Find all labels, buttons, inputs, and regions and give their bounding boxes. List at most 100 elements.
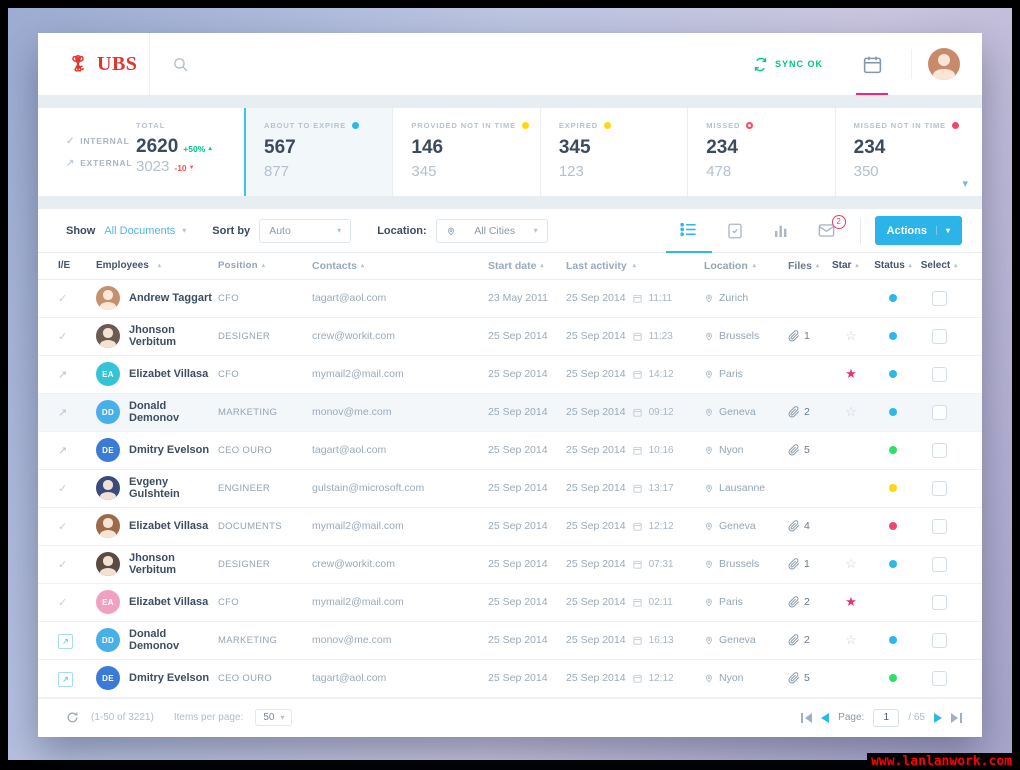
bar-chart-icon xyxy=(774,225,787,237)
row-checkbox[interactable] xyxy=(931,404,947,420)
table-row[interactable]: ↗ EA Elizabet Villasa CFO mymail2@mail.c… xyxy=(38,356,982,394)
column-header[interactable]: Employees ▴ xyxy=(96,260,218,271)
page-number-input[interactable]: 1 xyxy=(873,708,900,727)
activity-date: 25 Sep 2014 xyxy=(566,634,626,647)
star-icon[interactable]: ☆ xyxy=(845,632,857,647)
chevron-down-icon: ▾ xyxy=(280,713,285,723)
files-cell[interactable]: 1 xyxy=(788,330,832,342)
sort-select[interactable]: Auto ▾ xyxy=(259,218,352,243)
contact-email: monov@me.com xyxy=(312,634,392,647)
activity-time: 16:13 xyxy=(648,634,674,646)
files-cell[interactable]: 2 xyxy=(788,634,832,646)
internal-check-icon: ✓ xyxy=(66,135,76,147)
column-header[interactable]: Select ▴ xyxy=(916,260,962,271)
external-legend: ↗ EXTERNAL xyxy=(66,157,133,169)
stat-internal-value: 234 xyxy=(853,137,886,158)
star-icon[interactable]: ☆ xyxy=(845,556,857,571)
chevron-down-icon: ▾ xyxy=(337,226,342,235)
stats-collapse-chevron[interactable]: ▾ xyxy=(962,177,968,190)
stat-card[interactable]: EXPIRED 345 123 xyxy=(539,108,687,196)
chart-view-button[interactable] xyxy=(758,209,804,253)
employee-name: Jhonson Verbitum xyxy=(129,552,177,577)
files-cell[interactable]: 1 xyxy=(788,558,832,570)
row-checkbox[interactable] xyxy=(931,594,947,610)
star-icon[interactable]: ☆ xyxy=(845,328,857,343)
files-cell[interactable]: 2 xyxy=(788,406,832,418)
start-date: 25 Sep 2014 xyxy=(488,558,548,571)
refresh-icon[interactable] xyxy=(66,711,79,724)
stat-card[interactable]: PROVIDED NOT IN TIME 146 345 xyxy=(392,108,539,196)
row-checkbox[interactable] xyxy=(931,670,947,686)
star-icon[interactable]: ☆ xyxy=(845,404,857,419)
row-checkbox[interactable] xyxy=(931,290,947,306)
contact-email: crew@workit.com xyxy=(312,558,396,571)
table-row[interactable]: ↗ DE Dmitry Evelson CEO OURO tagart@aol.… xyxy=(38,432,982,470)
stat-dot-icon xyxy=(604,122,612,129)
stat-card[interactable]: MISSED NOT IN TIME 234 350 xyxy=(834,108,982,196)
actions-button[interactable]: Actions ▾ xyxy=(874,216,962,245)
messages-button[interactable]: 2 xyxy=(804,209,850,253)
column-header[interactable]: Position ▴ xyxy=(218,260,312,271)
activity-date: 25 Sep 2014 xyxy=(566,444,626,457)
row-checkbox[interactable] xyxy=(931,328,947,344)
sort-caret-icon: ▴ xyxy=(752,263,756,270)
per-page-select[interactable]: 50 ▾ xyxy=(255,709,293,727)
table-row[interactable]: ✓ Elizabet Villasa DOCUMENTS mymail2@mai… xyxy=(38,508,982,546)
stat-card[interactable]: MISSED 234 478 xyxy=(687,108,834,196)
stat-dot-icon xyxy=(352,122,360,129)
table-row[interactable]: ↗ DD Donald Demonov MARKETING monov@me.c… xyxy=(38,622,982,660)
column-header[interactable]: Files ▴ xyxy=(788,260,832,272)
last-page-button[interactable] xyxy=(951,712,962,723)
column-header[interactable]: Start date ▴ xyxy=(488,260,566,272)
position: CEO OURO xyxy=(218,444,273,456)
activity-date: 25 Sep 2014 xyxy=(566,520,626,533)
paperclip-icon xyxy=(788,444,800,456)
files-cell[interactable]: 4 xyxy=(788,520,832,532)
search-icon[interactable] xyxy=(172,56,189,73)
location-pin-icon xyxy=(706,408,712,417)
table-row[interactable]: ✓ Jhonson Verbitum DESIGNER crew@workit.… xyxy=(38,546,982,584)
column-header[interactable]: Status ▴ xyxy=(870,260,916,271)
table-row[interactable]: ✓ Jhonson Verbitum DESIGNER crew@workit.… xyxy=(38,318,982,356)
table-row[interactable]: ↗ DD Donald Demonov MARKETING monov@me.c… xyxy=(38,393,982,432)
row-checkbox[interactable] xyxy=(931,442,947,458)
location-select[interactable]: All Cities ▾ xyxy=(435,218,548,243)
schedule-view-button[interactable] xyxy=(712,209,758,253)
row-checkbox[interactable] xyxy=(931,556,947,572)
column-header[interactable]: Location ▴ xyxy=(704,260,788,272)
files-cell[interactable]: 5 xyxy=(788,672,832,684)
user-avatar[interactable] xyxy=(928,48,960,80)
star-icon[interactable]: ★ xyxy=(845,594,857,609)
documents-filter-select[interactable]: All Documents ▾ xyxy=(104,225,186,237)
ie-icon: ↗ xyxy=(58,672,73,688)
row-checkbox[interactable] xyxy=(931,518,947,534)
files-cell[interactable] xyxy=(788,368,832,380)
table-row[interactable]: ✓ Andrew Taggart CFO tagart@aol.com 23 M… xyxy=(38,280,982,318)
files-cell[interactable]: 5 xyxy=(788,444,832,456)
logo: UBS xyxy=(38,33,150,95)
first-page-button[interactable] xyxy=(801,712,813,723)
stat-dot-icon xyxy=(952,122,960,129)
table-row[interactable]: ✓ EA Elizabet Villasa CFO mymail2@mail.c… xyxy=(38,584,982,622)
stat-external-value: 123 xyxy=(558,163,584,180)
files-cell[interactable] xyxy=(788,292,832,304)
next-page-button[interactable] xyxy=(934,712,942,723)
column-header[interactable]: Last activity ▴ xyxy=(566,260,704,272)
row-checkbox[interactable] xyxy=(931,366,947,382)
column-header[interactable]: I/E xyxy=(58,260,96,271)
files-cell[interactable] xyxy=(788,482,832,494)
files-cell[interactable]: 2 xyxy=(788,596,832,608)
table-row[interactable]: ✓ Evgeny Gulshtein ENGINEER gulstain@mic… xyxy=(38,470,982,508)
files-count: 5 xyxy=(804,444,810,457)
sync-status[interactable]: SYNC OK xyxy=(753,57,823,72)
row-checkbox[interactable] xyxy=(931,632,947,648)
column-header[interactable]: Star ▴ xyxy=(832,260,870,271)
table-row[interactable]: ↗ DE Dmitry Evelson CEO OURO tagart@aol.… xyxy=(38,660,982,698)
star-icon[interactable]: ★ xyxy=(845,366,857,381)
calendar-button[interactable] xyxy=(849,33,895,95)
prev-page-button[interactable] xyxy=(821,712,830,723)
stat-card[interactable]: ABOUT TO EXPIRE 567 877 xyxy=(244,108,393,196)
column-header[interactable]: Contacts ▴ xyxy=(312,260,488,272)
row-checkbox[interactable] xyxy=(931,480,947,496)
list-view-button[interactable] xyxy=(665,209,712,253)
